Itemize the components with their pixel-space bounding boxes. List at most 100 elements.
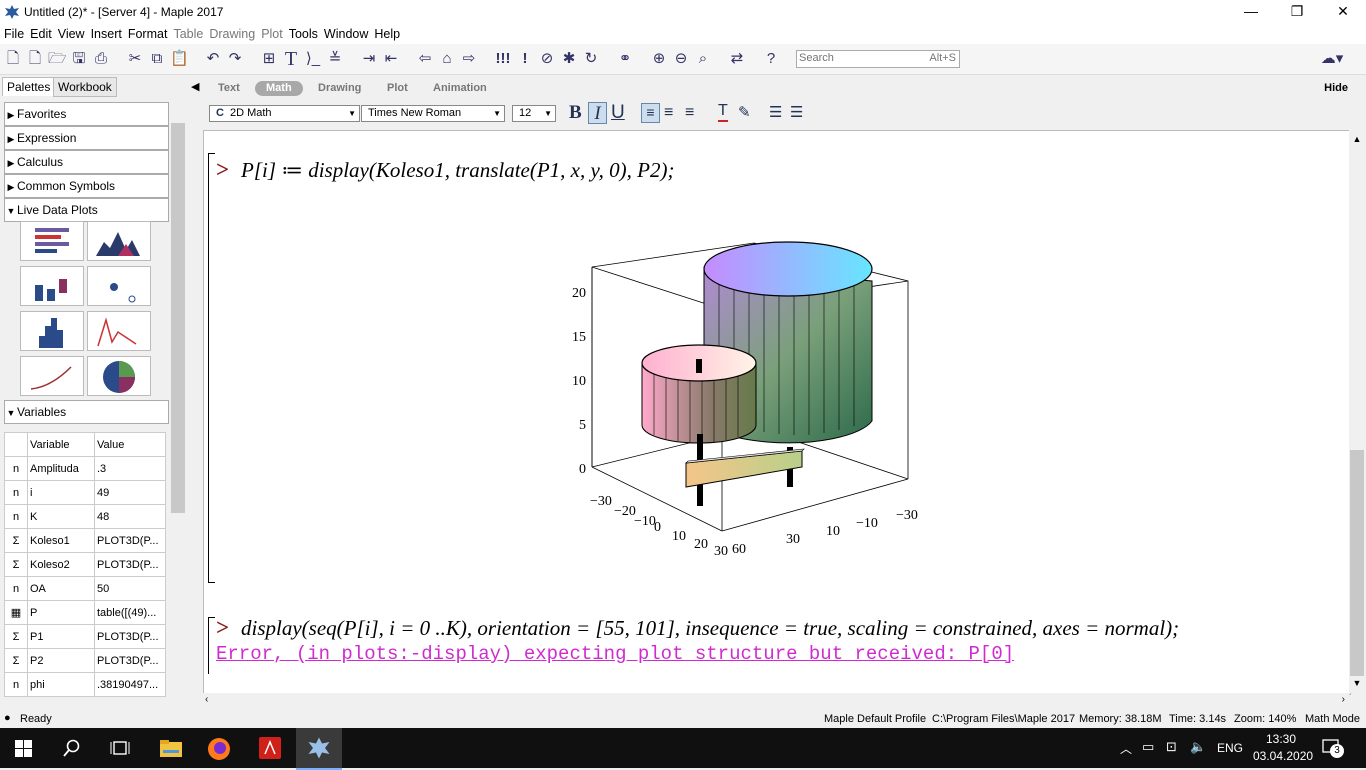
text-mode-icon[interactable]: T	[282, 49, 300, 69]
notifications-button[interactable]: 3	[1322, 738, 1344, 758]
table-row[interactable]: Σ P2 PLOT3D(P...	[4, 648, 166, 673]
highlight-icon[interactable]: ✎	[738, 103, 751, 121]
indent-icon[interactable]: ⇥	[360, 50, 378, 68]
font-select[interactable]: Times New Roman ▼	[361, 105, 505, 122]
clock-date[interactable]: 03.04.2020	[1253, 749, 1313, 763]
network-icon[interactable]: ⊡	[1166, 739, 1177, 755]
menu-edit[interactable]: Edit	[27, 25, 55, 43]
line-plot-thumb[interactable]	[87, 311, 151, 351]
tab-plot[interactable]: Plot	[376, 81, 419, 96]
search-box[interactable]: Alt+S	[796, 50, 960, 68]
execution-group-bracket[interactable]	[208, 153, 215, 583]
execute-all-icon[interactable]: !!!	[494, 50, 512, 68]
menu-format[interactable]: Format	[125, 25, 171, 43]
home-icon[interactable]: ⌂	[438, 50, 456, 68]
box-plot-thumb[interactable]	[20, 266, 84, 306]
text-color-icon[interactable]: T	[718, 102, 728, 122]
new-worksheet-icon[interactable]: 🗋	[26, 50, 44, 68]
execution-group-icon[interactable]: ⟩_	[304, 50, 322, 68]
link-icon[interactable]: ⚭	[616, 50, 634, 68]
toggle-icon[interactable]: ⇄	[728, 50, 746, 68]
bar-plot-thumb[interactable]	[20, 221, 84, 261]
tab-drawing[interactable]: Drawing	[307, 81, 372, 96]
math-input-line-2[interactable]: display(seq(P[i], i = 0 ..K), orientatio…	[241, 616, 1179, 641]
battery-icon[interactable]: ▭	[1142, 739, 1154, 755]
align-left-icon[interactable]: ≡	[641, 103, 660, 123]
scroll-down-icon[interactable]: ▼	[1349, 678, 1365, 688]
restart-icon[interactable]: ↻	[582, 50, 600, 68]
palette-section-common-symbols[interactable]: ▶ Common Symbols	[4, 174, 169, 198]
table-row[interactable]: Σ P1 PLOT3D(P...	[4, 624, 166, 649]
menu-file[interactable]: File	[1, 25, 27, 43]
zoom-out-icon[interactable]: ⊖	[672, 50, 690, 68]
help-icon[interactable]: ?	[762, 50, 780, 68]
font-size-select[interactable]: 12 ▼	[512, 105, 556, 122]
menu-window[interactable]: Window	[321, 25, 371, 43]
palette-section-calculus[interactable]: ▶ Calculus	[4, 150, 169, 174]
task-view-icon[interactable]	[110, 739, 130, 757]
error-message[interactable]: Error, (in plots:-display) expecting plo…	[216, 643, 1014, 665]
math-mode-select[interactable]: C 2D Math ▼	[209, 105, 360, 122]
hide-button[interactable]: Hide	[1324, 82, 1348, 94]
forward-icon[interactable]: ⇨	[460, 50, 478, 68]
document-horizontal-scrollbar[interactable]: ‹ ›	[203, 693, 1349, 708]
curve-plot-thumb[interactable]	[20, 356, 84, 396]
tab-math[interactable]: Math	[255, 81, 303, 96]
debug-icon[interactable]: ✱	[560, 50, 578, 68]
redo-icon[interactable]: ↷	[226, 50, 244, 68]
execute-icon[interactable]: !	[516, 50, 534, 68]
italic-icon[interactable]: I	[588, 102, 607, 124]
search-input[interactable]	[799, 52, 909, 64]
align-right-icon[interactable]: ≡	[685, 104, 694, 122]
zoom-in-icon[interactable]: ⊕	[650, 50, 668, 68]
zoom-reset-icon[interactable]: ⌕	[694, 50, 712, 68]
scroll-right-icon[interactable]: ›	[1342, 694, 1345, 705]
menu-table[interactable]: Table	[170, 25, 206, 43]
collapse-pane-icon[interactable]: ◀	[191, 80, 199, 93]
plot-3d[interactable]: 0 5 10 15 20 −30 −20 −10 0 10 20 30 60 3…	[554, 229, 934, 567]
bullet-list-icon[interactable]: ☰	[769, 103, 782, 121]
scroll-left-icon[interactable]: ‹	[205, 694, 208, 705]
scroll-up-icon[interactable]: ▲	[1349, 134, 1365, 144]
bold-icon[interactable]: B	[569, 102, 582, 124]
pie-chart-thumb[interactable]	[87, 356, 151, 396]
menu-help[interactable]: Help	[371, 25, 403, 43]
table-row[interactable]: n phi .38190497...	[4, 672, 166, 697]
tab-text[interactable]: Text	[207, 81, 251, 96]
menu-plot[interactable]: Plot	[258, 25, 286, 43]
show-hidden-icons[interactable]: ︿	[1120, 740, 1132, 757]
table-row[interactable]: Σ Koleso2 PLOT3D(P...	[4, 552, 166, 577]
file-explorer-icon[interactable]	[160, 738, 182, 758]
paste-icon[interactable]: 📋	[170, 50, 189, 68]
table-row[interactable]: n K 48	[4, 504, 166, 529]
menu-drawing[interactable]: Drawing	[206, 25, 258, 43]
menu-insert[interactable]: Insert	[88, 25, 125, 43]
tab-palettes[interactable]: Palettes	[2, 77, 56, 96]
minimize-button[interactable]: —	[1228, 0, 1274, 24]
scroll-thumb[interactable]	[171, 123, 185, 513]
menu-view[interactable]: View	[55, 25, 88, 43]
section-icon[interactable]: ≚	[326, 50, 344, 68]
open-icon[interactable]: 🗁	[48, 50, 67, 68]
firefox-icon[interactable]	[207, 737, 231, 761]
copy-icon[interactable]: ⧉	[148, 50, 166, 68]
palette-section-live-data-plots[interactable]: ▼ Live Data Plots	[4, 198, 169, 222]
value-column-header[interactable]: Value	[94, 432, 166, 457]
table-row[interactable]: ▦ Ptable([(49)...	[4, 600, 166, 625]
execution-group-bracket-2[interactable]	[208, 617, 215, 674]
clock-time[interactable]: 13:30	[1266, 732, 1296, 746]
table-row[interactable]: n OA 50	[4, 576, 166, 601]
cut-icon[interactable]: ✂	[126, 50, 144, 68]
interrupt-icon[interactable]: ⊘	[538, 50, 556, 68]
search-icon[interactable]	[63, 739, 81, 757]
outdent-icon[interactable]: ⇤	[382, 50, 400, 68]
math-input-line-1[interactable]: P[i] ≔ display(Koleso1, translate(P1, x,…	[241, 158, 674, 183]
back-icon[interactable]: ⇦	[416, 50, 434, 68]
acrobat-icon[interactable]	[259, 737, 281, 759]
menu-tools[interactable]: Tools	[286, 25, 321, 43]
maple-taskbar-button[interactable]	[296, 728, 342, 770]
undo-icon[interactable]: ↶	[204, 50, 222, 68]
document-area[interactable]: > P[i] ≔ display(Koleso1, translate(P1, …	[203, 130, 1351, 695]
print-icon[interactable]: ⎙	[92, 50, 110, 68]
palette-section-expression[interactable]: ▶ Expression	[4, 126, 169, 150]
